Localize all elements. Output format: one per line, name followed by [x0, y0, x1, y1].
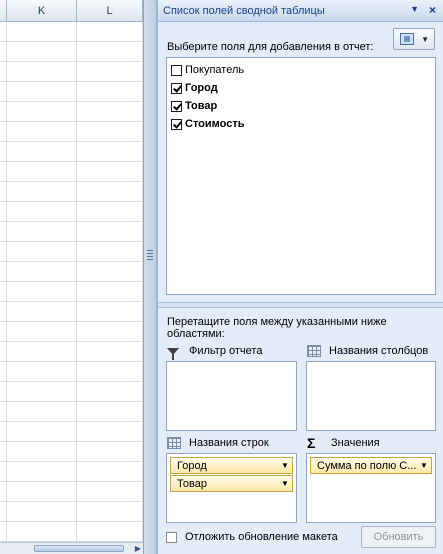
scrollbar-thumb[interactable] [34, 545, 124, 552]
layout-icon [400, 33, 414, 45]
column-header-l[interactable]: L [77, 0, 143, 22]
drag-hint-text: Перетащите поля между указанными ниже об… [167, 316, 387, 340]
field-list: Покупатель Город Товар Стоимость [166, 57, 436, 295]
field-select-prompt: Выберите поля для добавления в отчет: [167, 41, 374, 53]
field-label: Товар [185, 100, 218, 112]
column-header-partial[interactable] [0, 0, 7, 22]
row-labels-drop-area[interactable]: Город ▼ Товар ▼ [166, 453, 297, 523]
defer-update-checkbox[interactable] [166, 531, 177, 543]
field-label: Покупатель [185, 64, 245, 76]
layout-view-button[interactable]: ▼ [393, 28, 435, 50]
value-field-chip-sum[interactable]: Сумма по полю С... ▼ [310, 457, 432, 474]
column-header-k[interactable]: K [7, 0, 77, 22]
column-labels-label: Названия столбцов [307, 344, 428, 358]
field-label: Стоимость [185, 118, 245, 130]
field-item-gorod[interactable]: Город [171, 80, 218, 96]
field-checkbox[interactable] [171, 118, 182, 130]
column-headers: K L [0, 0, 143, 22]
pane-title-bar: Список полей сводной таблицы ▼ × [158, 0, 443, 22]
values-title: Значения [331, 437, 380, 449]
spreadsheet-area[interactable]: K L ▶ [0, 0, 143, 554]
close-icon[interactable]: × [429, 3, 436, 17]
pane-splitter[interactable] [143, 0, 157, 554]
section-divider[interactable] [158, 302, 443, 308]
grid-icon [167, 437, 181, 449]
update-button[interactable]: Обновить [361, 526, 436, 548]
filter-icon [167, 347, 179, 360]
column-labels-drop-area[interactable] [306, 361, 436, 431]
field-label: Город [185, 82, 218, 94]
report-filter-label: Фильтр отчета [167, 344, 263, 360]
chip-label: Сумма по полю С... [317, 459, 417, 472]
values-drop-area[interactable]: Сумма по полю С... ▼ [306, 453, 436, 523]
defer-update-option[interactable]: Отложить обновление макета [166, 530, 338, 544]
cell-grid[interactable] [0, 22, 143, 542]
pivot-field-list-pane: Список полей сводной таблицы ▼ × Выберит… [157, 0, 443, 554]
horizontal-scrollbar[interactable]: ▶ [0, 542, 143, 554]
report-filter-drop-area[interactable] [166, 361, 297, 431]
field-item-stoimost[interactable]: Стоимость [171, 116, 245, 132]
chip-label: Товар [177, 477, 207, 490]
field-checkbox[interactable] [171, 100, 182, 112]
sigma-icon: Σ [307, 435, 316, 451]
column-labels-title: Названия столбцов [329, 345, 429, 357]
report-filter-title: Фильтр отчета [189, 345, 263, 357]
chevron-down-icon: ▼ [421, 35, 429, 44]
pane-options-dropdown-icon[interactable]: ▼ [410, 4, 419, 14]
values-label: Σ Значения [307, 436, 380, 450]
field-item-tovar[interactable]: Товар [171, 98, 217, 114]
defer-update-label: Отложить обновление макета [185, 531, 338, 543]
chip-label: Город [177, 459, 207, 472]
row-field-chip-tovar[interactable]: Товар ▼ [170, 475, 293, 492]
field-checkbox[interactable] [171, 82, 182, 94]
splitter-grip-icon[interactable] [147, 250, 153, 260]
row-labels-label: Названия строк [167, 436, 269, 450]
field-checkbox[interactable] [171, 64, 182, 76]
row-field-chip-gorod[interactable]: Город ▼ [170, 457, 293, 474]
scroll-right-icon[interactable]: ▶ [135, 544, 141, 553]
grid-icon [307, 345, 321, 357]
chevron-down-icon[interactable]: ▼ [278, 479, 292, 488]
pane-title: Список полей сводной таблицы [163, 5, 325, 17]
row-labels-title: Названия строк [189, 437, 269, 449]
field-item-pokupatel[interactable]: Покупатель [171, 62, 244, 78]
chevron-down-icon[interactable]: ▼ [417, 461, 431, 470]
chevron-down-icon[interactable]: ▼ [278, 461, 292, 470]
